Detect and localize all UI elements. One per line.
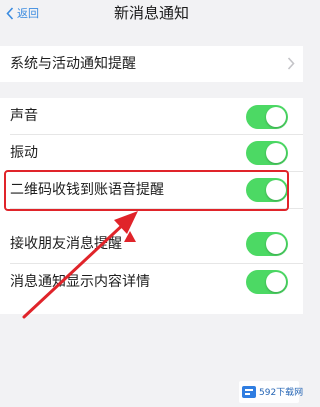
row-label: 振动 [10,145,38,161]
message-details-toggle[interactable] [246,270,288,294]
row-label: 消息通知显示内容详情 [10,274,150,290]
settings-row-message-details: 消息通知显示内容详情 [0,264,303,300]
toggle-knob [266,234,286,254]
settings-row-vibration: 振动 [0,135,303,171]
settings-row-system-notifications[interactable]: 系统与活动通知提醒 [0,46,303,82]
row-label: 声音 [10,108,38,124]
row-label: 接收朋友消息提醒 [10,236,122,252]
watermark-text: 592下载网 [259,388,304,398]
toggle-knob [266,143,286,163]
toggle-knob [266,272,286,292]
friend-messages-toggle[interactable] [246,232,288,256]
chevron-right-icon [287,57,295,70]
logo-icon [242,386,256,398]
sound-toggle[interactable] [246,105,288,129]
settings-row-sound: 声音 [0,98,303,134]
settings-row-friend-messages: 接收朋友消息提醒 [0,226,303,262]
highlight-box [4,170,289,211]
settings-group-system: 系统与活动通知提醒 [0,46,303,82]
nav-bar: 返回 新消息通知 [0,0,303,32]
page-title: 新消息通知 [113,4,189,22]
vibration-toggle[interactable] [246,141,288,165]
watermark: 592下载网 [239,381,303,403]
row-label: 系统与活动通知提醒 [10,56,136,72]
toggle-knob [266,107,286,127]
